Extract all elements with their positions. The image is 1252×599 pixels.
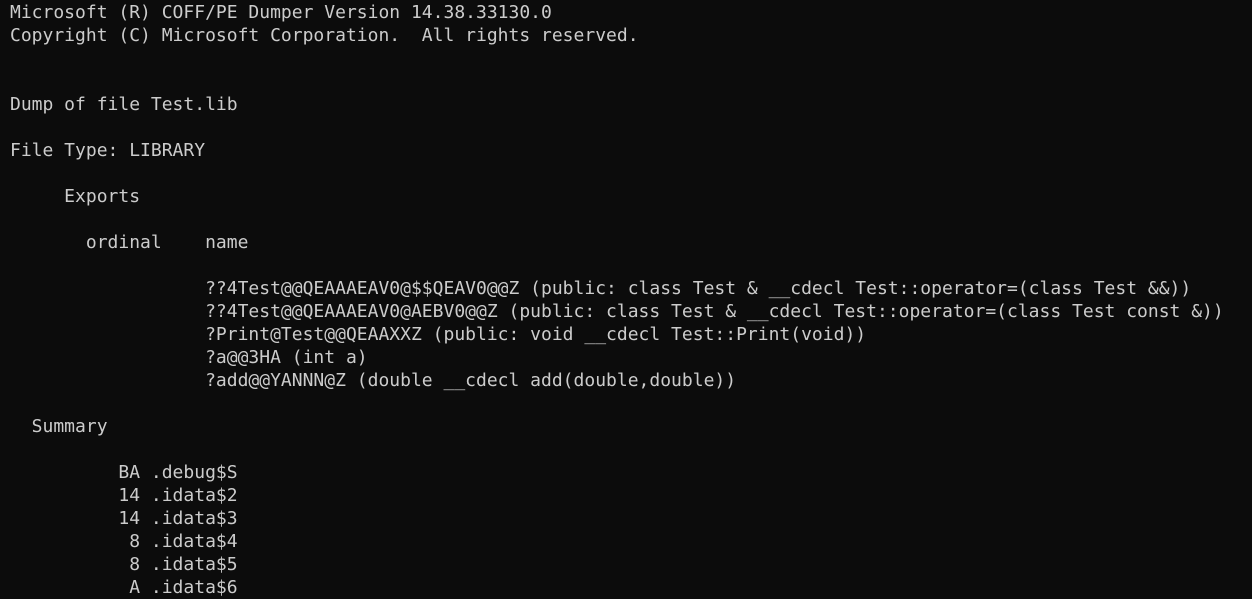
terminal-line-summary-entry: 14 .idata$3 — [10, 508, 238, 529]
terminal-line-summary-entry: 8 .idata$5 — [10, 554, 238, 575]
terminal-line-exports-columns: ordinal name — [10, 232, 249, 253]
terminal-line-summary-entry: 14 .idata$2 — [10, 485, 238, 506]
terminal-line-dump-file: Dump of file Test.lib — [10, 94, 238, 115]
terminal-line-summary-entry: BA .debug$S — [10, 462, 238, 483]
terminal-line-summary-entry: A .idata$6 — [10, 577, 238, 598]
terminal-line-banner-version: Microsoft (R) COFF/PE Dumper Version 14.… — [10, 2, 552, 23]
terminal-line-export-entry: ??4Test@@QEAAAEAV0@AEBV0@@Z (public: cla… — [10, 301, 1224, 322]
terminal-line-exports-heading: Exports — [10, 186, 141, 207]
terminal-line-export-entry: ?add@@YANNN@Z (double __cdecl add(double… — [10, 370, 737, 391]
terminal-output[interactable]: Microsoft (R) COFF/PE Dumper Version 14.… — [0, 0, 1252, 599]
terminal-line-export-entry: ?Print@Test@@QEAAXXZ (public: void __cde… — [10, 324, 867, 345]
terminal-line-file-type: File Type: LIBRARY — [10, 140, 206, 161]
terminal-line-summary-entry: 8 .idata$4 — [10, 531, 238, 552]
terminal-line-export-entry: ??4Test@@QEAAAEAV0@$$QEAV0@@Z (public: c… — [10, 278, 1192, 299]
terminal-line-banner-copyright: Copyright (C) Microsoft Corporation. All… — [10, 25, 639, 46]
terminal-line-export-entry: ?a@@3HA (int a) — [10, 347, 368, 368]
terminal-line-summary-heading: Summary — [10, 416, 108, 437]
